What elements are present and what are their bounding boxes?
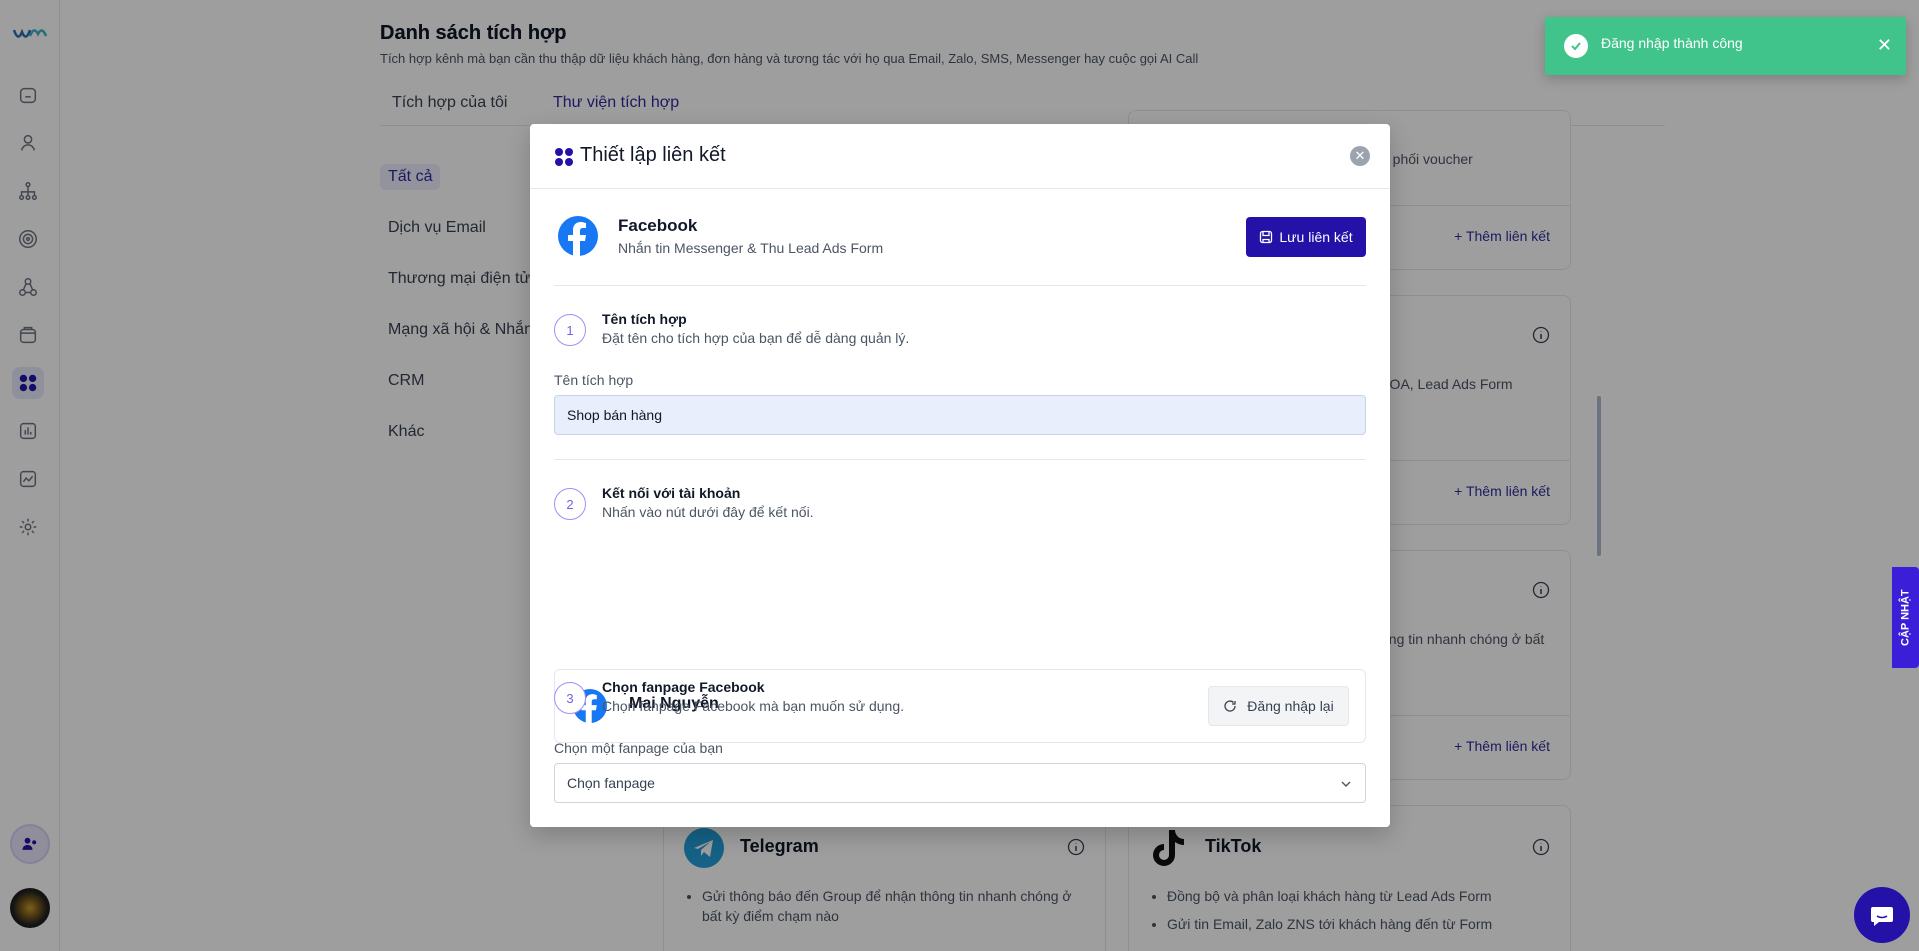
save-link-button[interactable]: Lưu liên kết (1246, 217, 1366, 257)
integration-icon (555, 148, 573, 166)
select-value: Chọn fanpage (567, 775, 655, 791)
step-description: Đặt tên cho tích hợp của bạn để dễ dàng … (602, 330, 910, 346)
fanpage-select[interactable]: Chọn fanpage (554, 763, 1366, 803)
close-icon[interactable]: ✕ (1350, 146, 1370, 166)
toast-message: Đăng nhập thành công (1601, 35, 1743, 51)
divider (554, 285, 1366, 286)
relogin-label: Đăng nhập lại (1247, 698, 1334, 714)
divider (554, 459, 1366, 460)
facebook-icon (573, 689, 607, 723)
update-tab-label: CẬP NHẬT (1899, 589, 1912, 646)
connected-account: Mai Nguyễn Đăng nhập lại (554, 669, 1366, 743)
chevron-down-icon (1341, 781, 1351, 787)
field-label: Tên tích hợp (554, 372, 634, 388)
check-icon (1564, 34, 1588, 58)
save-icon (1260, 230, 1273, 244)
chat-button[interactable] (1854, 887, 1910, 943)
success-toast: Đăng nhập thành công ✕ (1545, 17, 1906, 75)
step-number: 2 (554, 488, 586, 520)
relogin-button[interactable]: Đăng nhập lại (1208, 686, 1349, 726)
provider-description: Nhắn tin Messenger & Thu Lead Ads Form (618, 240, 884, 256)
refresh-icon (1224, 700, 1236, 712)
facebook-icon (558, 216, 598, 256)
update-tab[interactable]: CẬP NHẬT (1892, 567, 1919, 668)
save-link-label: Lưu liên kết (1279, 229, 1353, 245)
scrollbar[interactable] (1597, 396, 1601, 556)
step-number: 1 (554, 314, 586, 346)
step-title: Tên tích hợp (602, 311, 687, 327)
integration-name-input[interactable] (554, 395, 1366, 435)
modal-title: Thiết lập liên kết (580, 144, 726, 166)
integration-setup-modal: Thiết lập liên kết ✕ Facebook Nhắn tin M… (530, 124, 1390, 827)
step-description: Nhấn vào nút dưới đây để kết nối. (602, 504, 814, 520)
account-name: Mai Nguyễn (629, 695, 719, 712)
step-title: Kết nối với tài khoản (602, 485, 741, 501)
modal-header: Thiết lập liên kết ✕ (530, 124, 1390, 189)
chat-icon (1871, 907, 1893, 926)
close-icon[interactable]: ✕ (1877, 35, 1892, 56)
provider-name: Facebook (618, 216, 698, 235)
